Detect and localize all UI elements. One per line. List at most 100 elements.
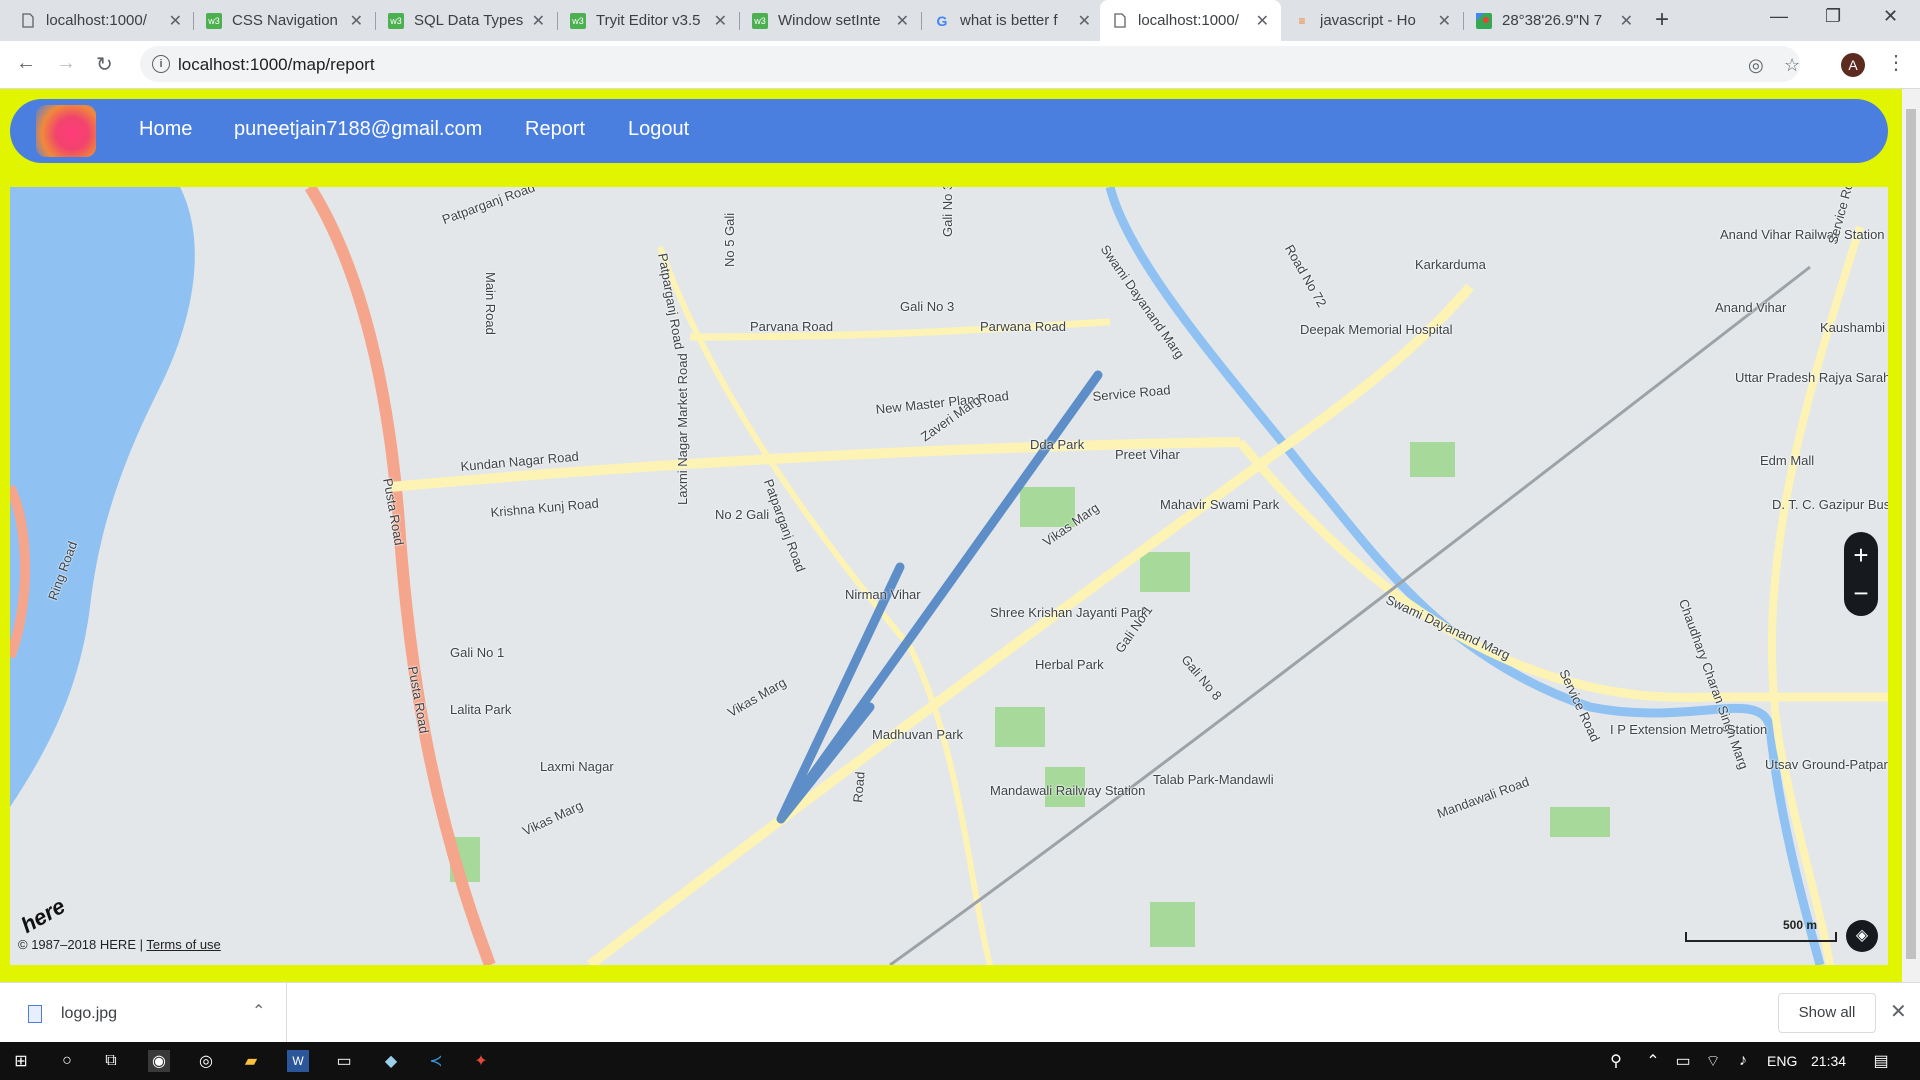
park <box>995 707 1045 747</box>
nav-home[interactable]: Home <box>139 118 192 141</box>
reload-icon[interactable]: ↻ <box>96 52 113 77</box>
tab-localhost-active[interactable]: localhost:1000/ ✕ <box>1100 0 1281 41</box>
search-icon[interactable]: ○ <box>56 1050 78 1072</box>
download-item[interactable]: logo.jpg ⌃ <box>0 983 287 1043</box>
battery-icon[interactable]: ▭ <box>1672 1050 1694 1072</box>
chevron-up-icon[interactable]: ⌃ <box>1642 1050 1664 1072</box>
people-icon[interactable]: ⚲ <box>1605 1050 1627 1072</box>
map-label: Main Road <box>483 272 498 335</box>
park <box>1140 552 1190 592</box>
language-indicator[interactable]: ENG <box>1767 1053 1797 1069</box>
tab-window-setinterval[interactable]: w3 Window setInte ✕ <box>740 0 921 41</box>
map-label: Gali No 3 <box>900 299 955 314</box>
tab-google-maps[interactable]: 28°38'26.9"N 7 ✕ <box>1464 0 1645 41</box>
show-all-button[interactable]: Show all <box>1778 993 1876 1033</box>
profile-avatar[interactable]: A <box>1841 53 1865 77</box>
site-navbar: Home puneetjain7188@gmail.com Report Log… <box>10 99 1888 163</box>
tab-close-icon[interactable]: ✕ <box>1256 11 1269 31</box>
map-label: I P Extension Metro Station <box>1610 722 1768 737</box>
layers-icon[interactable]: ◈ <box>1846 920 1878 952</box>
menu-icon[interactable]: ⋮ <box>1886 50 1906 75</box>
tab-close-icon[interactable]: ✕ <box>350 11 363 31</box>
bookmark-star-icon[interactable]: ☆ <box>1784 55 1800 76</box>
site-logo[interactable] <box>36 105 96 157</box>
address-bar[interactable]: i localhost:1000/map/report ◎ ☆ <box>140 46 1800 82</box>
close-window-icon[interactable]: ✕ <box>1883 6 1898 27</box>
windows-start-icon[interactable]: ⊞ <box>10 1050 32 1072</box>
map-label: No 2 Gali <box>715 507 770 522</box>
zoom-in-button[interactable]: + <box>1844 538 1878 572</box>
map-view[interactable]: Patparganj Road Main Road Patparganj Road N… <box>10 187 1888 965</box>
map-label: Edm Mall <box>1760 453 1815 468</box>
map-label: Anand Vihar <box>1715 300 1787 315</box>
tab-title: Window setInte <box>778 12 881 29</box>
forward-icon[interactable]: → <box>56 52 76 75</box>
tab-close-icon[interactable]: ✕ <box>1078 11 1091 31</box>
map-label: Road <box>850 771 868 804</box>
task-view-icon[interactable]: ⧉ <box>100 1050 122 1072</box>
tab-close-icon[interactable]: ✕ <box>1438 11 1451 31</box>
maps-icon <box>1476 12 1492 29</box>
map-label: No 5 Gali <box>722 212 737 267</box>
stackoverflow-icon: ≡ <box>1298 13 1306 28</box>
tab-close-icon[interactable]: ✕ <box>169 11 182 31</box>
w3schools-icon: w3 <box>752 12 768 29</box>
map-label: Herbal Park <box>1035 657 1104 672</box>
back-icon[interactable]: ← <box>16 52 36 75</box>
nav-user-email[interactable]: puneetjain7188@gmail.com <box>234 118 482 141</box>
tab-close-icon[interactable]: ✕ <box>714 11 727 31</box>
file-explorer-icon[interactable]: ▰ <box>240 1050 262 1072</box>
chrome-icon[interactable]: ◉ <box>148 1050 170 1072</box>
vscode-icon[interactable]: ≺ <box>425 1050 447 1072</box>
tab-title: localhost:1000/ <box>46 12 147 29</box>
scrollbar-thumb[interactable] <box>1906 109 1916 959</box>
location-icon[interactable]: ◎ <box>1748 55 1764 76</box>
tab-google-search[interactable]: G what is better f ✕ <box>922 0 1103 41</box>
tab-sql-data-types[interactable]: w3 SQL Data Types ✕ <box>376 0 557 41</box>
app-icon[interactable]: ▭ <box>333 1050 355 1072</box>
map-label: D. T. C. Gazipur Bus <box>1772 497 1888 512</box>
chevron-up-icon[interactable]: ⌃ <box>252 1001 265 1021</box>
close-downloads-icon[interactable]: ✕ <box>1890 999 1907 1024</box>
word-icon[interactable]: W <box>287 1050 309 1072</box>
minimize-icon[interactable]: — <box>1770 6 1788 27</box>
browser-tab-strip: localhost:1000/ ✕ w3 CSS Navigation ✕ w3… <box>0 0 1920 41</box>
tab-title: Tryit Editor v3.5 <box>596 12 701 29</box>
download-filename[interactable]: logo.jpg <box>61 1005 117 1023</box>
tab-css-navigation[interactable]: w3 CSS Navigation ✕ <box>194 0 375 41</box>
app-icon[interactable]: ◆ <box>380 1050 402 1072</box>
tab-stackoverflow[interactable]: ≡ javascript - Ho ✕ <box>1282 0 1463 41</box>
map-label: Talab Park-Mandawli <box>1153 772 1274 787</box>
app-icon[interactable]: ◎ <box>195 1050 217 1072</box>
new-tab-icon[interactable]: + <box>1655 6 1669 34</box>
nav-report[interactable]: Report <box>525 118 585 141</box>
tab-close-icon[interactable]: ✕ <box>532 11 545 31</box>
clock[interactable]: 21:34 <box>1811 1053 1846 1069</box>
terms-of-use-link[interactable]: Terms of use <box>146 937 220 952</box>
app-icon[interactable]: ✦ <box>470 1050 492 1072</box>
zoom-out-button[interactable]: − <box>1844 576 1878 610</box>
volume-icon[interactable]: ♪ <box>1732 1050 1754 1072</box>
wifi-icon[interactable]: ⌔ <box>1702 1050 1724 1072</box>
notifications-icon[interactable]: ▤ <box>1870 1050 1892 1072</box>
map-label: Deepak Memorial Hospital <box>1300 322 1453 337</box>
map-label: Utsav Ground-Patparganj <box>1765 757 1888 772</box>
url-text[interactable]: localhost:1000/map/report <box>178 55 375 75</box>
tab-close-icon[interactable]: ✕ <box>1620 11 1633 31</box>
tab-tryit-editor[interactable]: w3 Tryit Editor v3.5 ✕ <box>558 0 739 41</box>
map-label: Shree Krishan Jayanti Park <box>990 605 1148 620</box>
map-label: Anand Vihar Railway Station <box>1720 227 1885 242</box>
tab-close-icon[interactable]: ✕ <box>896 11 909 31</box>
scale-label: 500 m <box>1783 918 1818 932</box>
nav-logout[interactable]: Logout <box>628 118 689 141</box>
google-icon: G <box>936 12 948 29</box>
map-label: Parwana Road <box>980 319 1066 334</box>
tab-localhost-1[interactable]: localhost:1000/ ✕ <box>8 0 194 41</box>
page-scrollbar[interactable] <box>1902 89 1920 982</box>
scale-bar <box>1685 932 1837 942</box>
canal <box>1105 187 1825 965</box>
restore-icon[interactable]: ❐ <box>1825 6 1841 27</box>
page-content: Home puneetjain7188@gmail.com Report Log… <box>0 89 1902 982</box>
map-label: Gali No 33 <box>940 187 955 237</box>
info-icon[interactable]: i <box>152 55 170 73</box>
